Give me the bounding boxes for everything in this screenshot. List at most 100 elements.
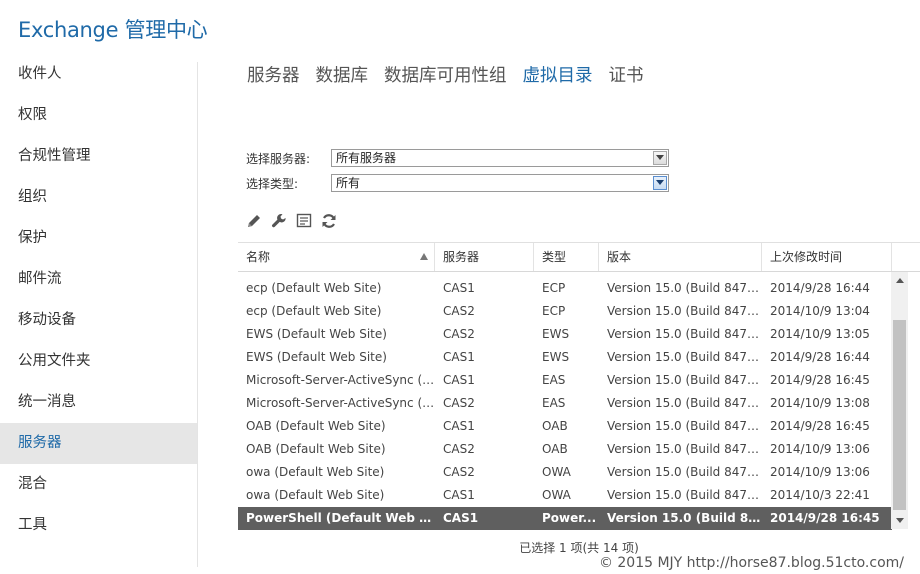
- table-row[interactable]: ecp (Default Web Site) CAS2 ECP Version …: [238, 300, 892, 323]
- cell-server: CAS2: [443, 442, 475, 456]
- cell-type: Power...: [542, 511, 597, 525]
- cell-server: CAS1: [443, 511, 479, 525]
- cell-name: ecp (Default Web Site): [246, 304, 382, 318]
- cell-modified: 2014/9/28 16:44: [770, 281, 870, 295]
- cell-type: OWA: [542, 488, 571, 502]
- cell-type: ECP: [542, 304, 566, 318]
- table-scrollbar[interactable]: [891, 272, 908, 529]
- cell-modified: 2014/10/9 13:06: [770, 442, 870, 456]
- sidebar-item-servers[interactable]: 服务器: [0, 423, 197, 464]
- sidebar-item-compliance[interactable]: 合规性管理: [0, 136, 197, 177]
- cell-modified: 2014/9/28 16:45: [770, 419, 870, 433]
- server-select[interactable]: 所有服务器: [331, 149, 669, 167]
- column-header-modified[interactable]: 上次修改时间: [762, 243, 892, 271]
- cell-type: EAS: [542, 373, 566, 387]
- cell-type: ECP: [542, 281, 566, 295]
- cell-version: Version 15.0 (Build 847.32): [607, 396, 762, 410]
- tab-virtual-directories[interactable]: 虚拟目录: [523, 62, 593, 87]
- type-select[interactable]: 所有: [331, 174, 669, 192]
- table-row-selected[interactable]: PowerShell (Default Web Si... CAS1 Power…: [238, 507, 892, 530]
- selection-status: 已选择 1 项(共 14 项): [519, 541, 639, 555]
- server-select-value: 所有服务器: [336, 151, 397, 165]
- cell-type: EWS: [542, 327, 570, 341]
- cell-version: Version 15.0 (Build 847.32): [607, 304, 762, 318]
- tab-dag[interactable]: 数据库可用性组: [384, 62, 507, 87]
- table-row[interactable]: owa (Default Web Site) CAS2 OWA Version …: [238, 461, 892, 484]
- cell-name: Microsoft-Server-ActiveSync (De...: [246, 396, 435, 410]
- refresh-icon[interactable]: [321, 213, 337, 229]
- cell-server: CAS2: [443, 327, 475, 341]
- cell-version: Version 15.0 (Build 847.32): [607, 350, 762, 364]
- cell-modified: 2014/10/9 13:06: [770, 465, 870, 479]
- cell-name: OAB (Default Web Site): [246, 442, 386, 456]
- sidebar-nav: 收件人 权限 合规性管理 组织 保护 邮件流 移动设备 公用文件夹 统一消息 服…: [0, 54, 197, 546]
- table-row[interactable]: Microsoft-Server-ActiveSync (De... CAS2 …: [238, 392, 892, 415]
- type-filter-label: 选择类型:: [246, 176, 299, 191]
- cell-type: OWA: [542, 465, 571, 479]
- tab-bar: 服务器 数据库 数据库可用性组 虚拟目录 证书: [247, 62, 660, 87]
- sidebar-item-organization[interactable]: 组织: [0, 177, 197, 218]
- cell-server: CAS1: [443, 281, 475, 295]
- cell-name: owa (Default Web Site): [246, 465, 385, 479]
- table-row[interactable]: OAB (Default Web Site) CAS1 OAB Version …: [238, 415, 892, 438]
- scroll-thumb[interactable]: [893, 320, 906, 510]
- cell-version: Version 15.0 (Build 847.32): [607, 442, 762, 456]
- cell-server: CAS1: [443, 488, 475, 502]
- scroll-up-icon[interactable]: [891, 272, 908, 289]
- column-header-name[interactable]: 名称: [238, 243, 435, 271]
- sidebar-item-unified-messaging[interactable]: 统一消息: [0, 382, 197, 423]
- virtual-directory-table: 名称 服务器 类型 版本 上次修改时间 ecp (Default Web Sit…: [238, 242, 920, 530]
- table-row[interactable]: OAB (Default Web Site) CAS2 OAB Version …: [238, 438, 892, 461]
- cell-version: Version 15.0 (Build 847.32): [607, 465, 762, 479]
- tab-servers[interactable]: 服务器: [247, 62, 300, 87]
- cell-version: Version 15.0 (Build 847.32): [607, 281, 762, 295]
- cell-name: ecp (Default Web Site): [246, 281, 382, 295]
- cell-name: EWS (Default Web Site): [246, 350, 387, 364]
- cell-modified: 2014/10/9 13:05: [770, 327, 870, 341]
- cell-version: Version 15.0 (Build 84...: [607, 511, 762, 525]
- cell-type: EWS: [542, 350, 570, 364]
- server-filter-row: 选择服务器: 所有服务器: [246, 149, 669, 167]
- cell-server: CAS2: [443, 396, 475, 410]
- sidebar-item-mail-flow[interactable]: 邮件流: [0, 259, 197, 300]
- column-header-server[interactable]: 服务器: [435, 243, 534, 271]
- table-row[interactable]: ecp (Default Web Site) CAS1 ECP Version …: [238, 277, 892, 300]
- cell-modified: 2014/9/28 16:45: [770, 373, 870, 387]
- column-header-version[interactable]: 版本: [599, 243, 762, 271]
- cell-server: CAS2: [443, 304, 475, 318]
- scroll-down-icon[interactable]: [891, 512, 908, 529]
- table-row[interactable]: owa (Default Web Site) CAS1 OWA Version …: [238, 484, 892, 507]
- cell-server: CAS2: [443, 465, 475, 479]
- cell-modified: 2014/10/3 22:41: [770, 488, 870, 502]
- table-row[interactable]: EWS (Default Web Site) CAS2 EWS Version …: [238, 323, 892, 346]
- cell-version: Version 15.0 (Build 847.32): [607, 419, 762, 433]
- cell-version: Version 15.0 (Build 847.32): [607, 488, 762, 502]
- sidebar-divider: [197, 62, 198, 567]
- cell-server: CAS1: [443, 350, 475, 364]
- cell-name: PowerShell (Default Web Si...: [246, 511, 435, 525]
- sidebar-item-permissions[interactable]: 权限: [0, 95, 197, 136]
- type-filter-row: 选择类型: 所有: [246, 174, 669, 192]
- sidebar-item-recipients[interactable]: 收件人: [0, 54, 197, 95]
- sidebar-item-mobile[interactable]: 移动设备: [0, 300, 197, 341]
- table-row[interactable]: EWS (Default Web Site) CAS1 EWS Version …: [238, 346, 892, 369]
- reset-directory-icon[interactable]: [296, 213, 312, 229]
- tab-certificates[interactable]: 证书: [609, 62, 644, 87]
- table-row[interactable]: Microsoft-Server-ActiveSync (De... CAS1 …: [238, 369, 892, 392]
- cell-type: EAS: [542, 396, 566, 410]
- cell-server: CAS1: [443, 419, 475, 433]
- sidebar-item-hybrid[interactable]: 混合: [0, 464, 197, 505]
- sidebar-item-protection[interactable]: 保护: [0, 218, 197, 259]
- toolbar: [246, 213, 337, 229]
- tab-databases[interactable]: 数据库: [316, 62, 369, 87]
- wrench-icon[interactable]: [271, 213, 287, 229]
- edit-pencil-icon[interactable]: [246, 213, 262, 229]
- sidebar-item-public-folders[interactable]: 公用文件夹: [0, 341, 197, 382]
- chevron-down-icon[interactable]: [653, 151, 667, 165]
- table-body: ecp (Default Web Site) CAS1 ECP Version …: [238, 277, 892, 530]
- cell-type: OAB: [542, 442, 568, 456]
- column-header-type[interactable]: 类型: [534, 243, 599, 271]
- chevron-down-icon[interactable]: [653, 176, 667, 190]
- cell-server: CAS1: [443, 373, 475, 387]
- cell-version: Version 15.0 (Build 847.32): [607, 327, 762, 341]
